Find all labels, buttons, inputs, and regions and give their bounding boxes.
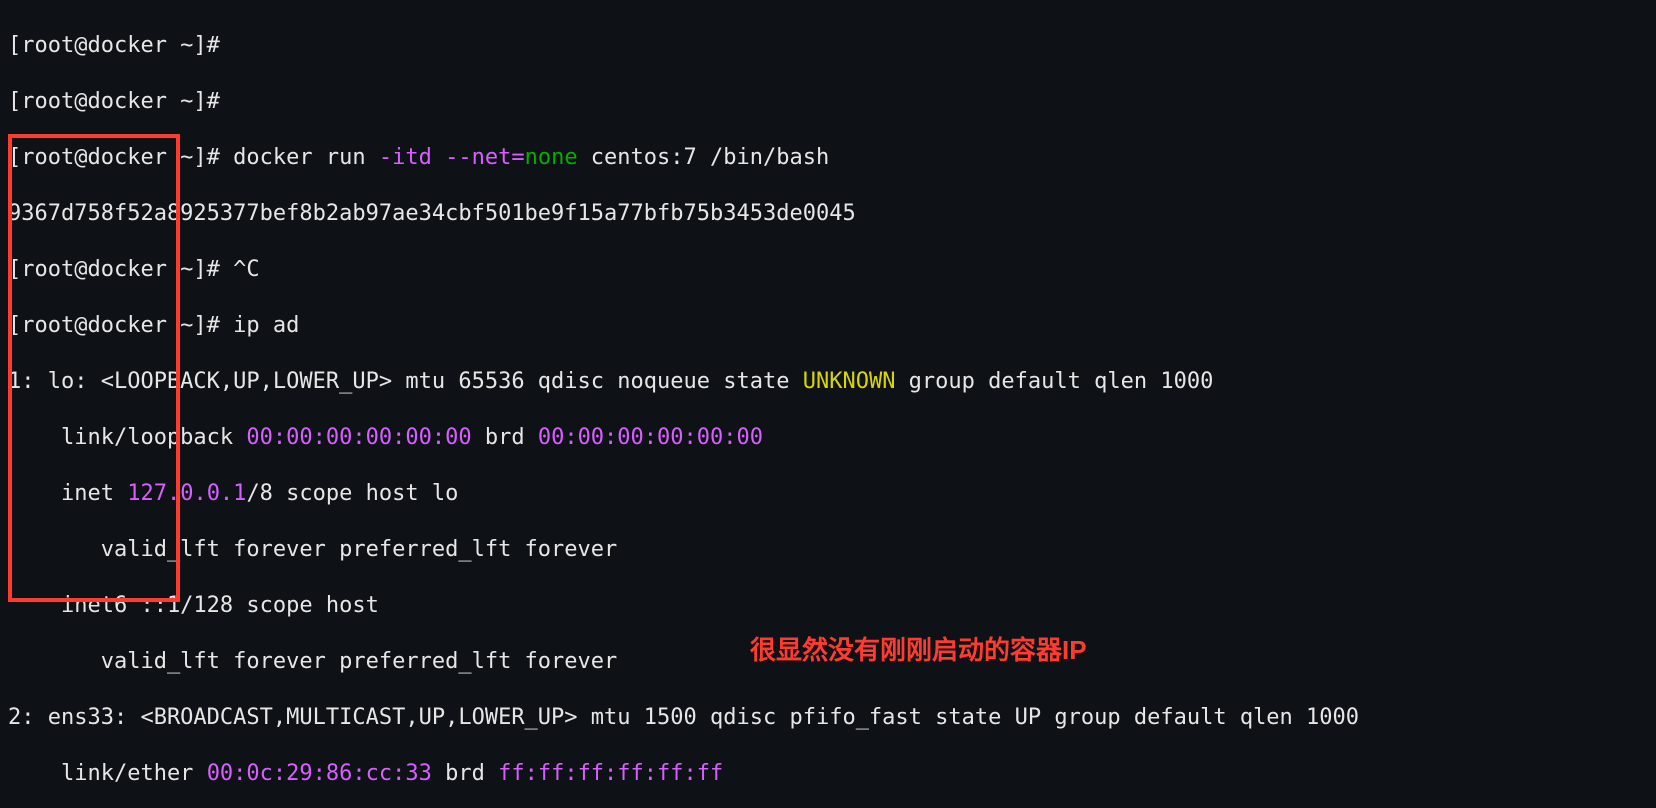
iface-ens-header: 2: ens33: <BROADCAST,MULTICAST,UP,LOWER_… (8, 705, 1359, 730)
prompt-line: [root@docker ~]# (8, 33, 220, 58)
annotation-label: 很显然没有刚刚启动的容器IP (750, 630, 1087, 667)
valid-lft: valid_lft forever preferred_lft forever (8, 649, 617, 674)
container-id: 9367d758f52a8925377bef8b2ab97ae34cbf501b… (8, 201, 856, 226)
iface-lo-inet: inet 127.0.0.1/8 scope host lo (8, 481, 458, 506)
prompt-line: [root@docker ~]# (8, 89, 220, 114)
cmd-line: [root@docker ~]# docker run -itd --net=n… (8, 145, 829, 170)
valid-lft: valid_lft forever preferred_lft forever (8, 537, 617, 562)
iface-lo-inet6: inet6 ::1/128 scope host (8, 593, 392, 618)
iface-lo-header: 1: lo: <LOOPBACK,UP,LOWER_UP> mtu 65536 … (8, 369, 1213, 394)
iface-ens-link: link/ether 00:0c:29:86:cc:33 brd ff:ff:f… (8, 761, 723, 786)
iface-lo-link: link/loopback 00:00:00:00:00:00 brd 00:0… (8, 425, 763, 450)
prompt-line: [root@docker ~]# ^C (8, 257, 260, 282)
cmd-line: [root@docker ~]# ip ad (8, 313, 299, 338)
terminal[interactable]: [root@docker ~]# [root@docker ~]# [root@… (0, 0, 1656, 808)
